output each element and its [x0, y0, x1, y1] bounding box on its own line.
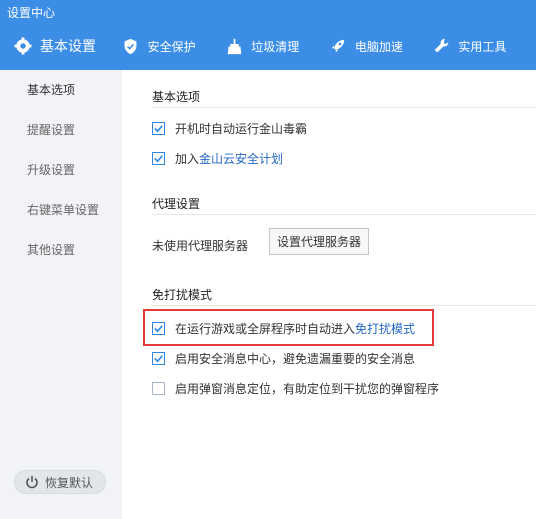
option-cloud-security[interactable]: 加入 金山云安全计划: [152, 148, 283, 168]
proxy-status: 未使用代理服务器: [152, 239, 249, 253]
window-title: 设置中心: [7, 6, 56, 20]
cloud-security-link[interactable]: 金山云安全计划: [199, 150, 283, 167]
option-security-message-center[interactable]: 启用安全消息中心，避免遗漏重要的安全消息: [152, 348, 415, 368]
sidebar: 基本选项 提醒设置 升级设置 右键菜单设置 其他设置 恢复默认: [0, 70, 122, 519]
section-title-basic: 基本选项: [152, 90, 201, 104]
sidebar-item-upgrade[interactable]: 升级设置: [27, 161, 75, 178]
check-icon: [154, 154, 163, 162]
sidebar-item-reminder[interactable]: 提醒设置: [27, 121, 75, 138]
wrench-icon: [432, 37, 450, 55]
option-popup-locate[interactable]: 启用弹窗消息定位，有助定位到干扰您的弹窗程序: [152, 378, 439, 398]
option-label: 加入: [175, 151, 200, 166]
broom-icon: [225, 37, 243, 55]
rocket-icon: [329, 37, 347, 55]
option-label: 启用弹窗消息定位，有助定位到干扰您的弹窗程序: [175, 381, 440, 396]
tab-speedup[interactable]: 电脑加速: [329, 28, 433, 64]
tab-utilities[interactable]: 实用工具: [432, 28, 536, 64]
divider: [152, 214, 536, 215]
restore-defaults-button[interactable]: 恢复默认: [14, 470, 106, 494]
check-icon: [154, 124, 163, 132]
sidebar-item-context-menu[interactable]: 右键菜单设置: [27, 201, 99, 218]
tab-security[interactable]: 安全保护: [122, 28, 226, 64]
option-label: 启用安全消息中心，避免遗漏重要的安全消息: [175, 351, 416, 366]
option-label: 开机时自动运行金山毒霸: [175, 121, 308, 136]
section-title-proxy: 代理设置: [152, 197, 201, 211]
tab-label: 基本设置: [40, 39, 96, 55]
checkbox-autostart[interactable]: [152, 121, 165, 135]
set-proxy-button[interactable]: 设置代理服务器: [269, 228, 369, 255]
check-icon: [154, 354, 163, 362]
checkbox-cloud-security[interactable]: [152, 151, 165, 165]
checkbox-security-message-center[interactable]: [152, 351, 165, 365]
power-icon: [25, 475, 39, 489]
divider: [152, 305, 536, 306]
divider: [152, 107, 536, 108]
restore-label: 恢复默认: [45, 475, 94, 490]
title-bar: 设置中心 基本设置 安全保护 垃圾清理 电脑加速 实用工具: [0, 0, 536, 70]
tab-label: 垃圾清理: [251, 39, 300, 54]
tab-label: 实用工具: [458, 39, 507, 54]
settings-content: 基本选项 开机时自动运行金山毒霸 加入 金山云安全计划 代理设置 未使用代理服务…: [122, 70, 536, 519]
shield-icon: [122, 37, 140, 55]
tab-junk-clean[interactable]: 垃圾清理: [225, 28, 329, 64]
tab-label: 电脑加速: [354, 39, 403, 54]
gear-icon: [14, 37, 32, 55]
checkbox-popup-locate[interactable]: [152, 381, 165, 395]
top-tabs: 基本设置 安全保护 垃圾清理 电脑加速 实用工具: [0, 28, 536, 64]
option-autostart[interactable]: 开机时自动运行金山毒霸: [152, 118, 307, 138]
sidebar-item-basic-options[interactable]: 基本选项: [27, 81, 75, 98]
sidebar-item-other[interactable]: 其他设置: [27, 241, 75, 258]
section-title-dnd: 免打扰模式: [152, 288, 213, 302]
tab-basic-settings[interactable]: 基本设置: [14, 28, 122, 64]
highlight-box: [143, 309, 434, 346]
tab-label: 安全保护: [147, 39, 196, 54]
